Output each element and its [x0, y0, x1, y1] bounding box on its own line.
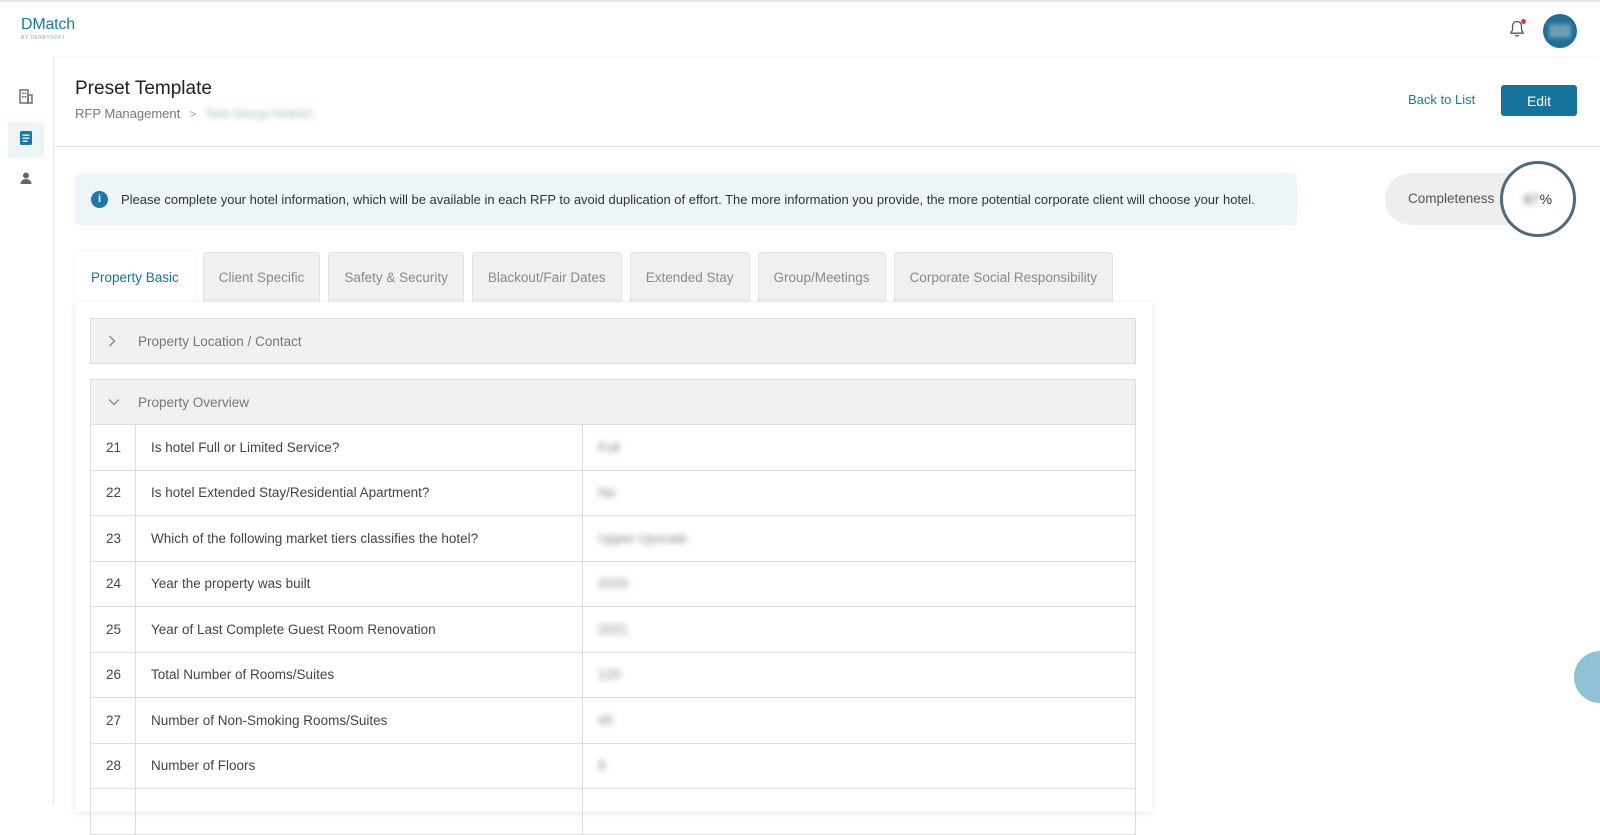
tab-safety-security[interactable]: Safety & Security: [328, 252, 464, 302]
row-answer: Full: [598, 439, 620, 455]
logo-text: DMatch: [21, 16, 75, 33]
row-answer: 2020: [598, 576, 629, 592]
row-question: Number of Non-Smoking Rooms/Suites: [136, 698, 583, 743]
row-number: 25: [91, 607, 136, 652]
row-question: Which of the following market tiers clas…: [136, 516, 583, 561]
row-question: Is hotel Full or Limited Service?: [136, 425, 583, 470]
row-question: Year the property was built: [136, 561, 583, 606]
table-row: 21 Is hotel Full or Limited Service? Ful…: [91, 425, 1135, 471]
edit-button[interactable]: Edit: [1501, 85, 1577, 116]
row-number: 27: [91, 698, 136, 743]
row-answer: 8: [598, 758, 606, 774]
info-message: Please complete your hotel information, …: [121, 191, 1255, 207]
row-answer: 120: [598, 667, 621, 683]
chevron-down-icon: [108, 398, 122, 406]
document-icon: [19, 130, 33, 151]
avatar[interactable]: [1543, 14, 1577, 48]
bell-icon[interactable]: [1509, 19, 1526, 38]
table-row: 27 Number of Non-Smoking Rooms/Suites 45: [91, 698, 1135, 744]
row-answer: 2021: [598, 621, 629, 637]
table-row: 22 Is hotel Extended Stay/Residential Ap…: [91, 470, 1135, 516]
overview-table: 21 Is hotel Full or Limited Service? Ful…: [90, 425, 1136, 835]
info-icon: i: [91, 190, 108, 208]
row-number: 28: [91, 743, 136, 788]
table-row: 28 Number of Floors 8: [91, 743, 1135, 789]
nav-profile[interactable]: [8, 162, 44, 198]
tab-group-meetings[interactable]: Group/Meetings: [757, 252, 886, 302]
chevron-right-icon: >: [189, 106, 197, 121]
building-icon: [18, 88, 34, 109]
info-banner: i Please complete your hotel information…: [75, 173, 1297, 225]
tab-corporate-social-responsibility[interactable]: Corporate Social Responsibility: [893, 252, 1114, 302]
table-row: 26 Total Number of Rooms/Suites 120: [91, 652, 1135, 698]
row-number: 22: [91, 470, 136, 515]
nav-rfp[interactable]: [8, 122, 44, 158]
breadcrumb-rfp-management[interactable]: RFP Management: [75, 106, 180, 121]
app-logo[interactable]: DMatch BY DERBYSOFT: [21, 16, 75, 41]
user-icon: [19, 171, 33, 190]
tab-extended-stay[interactable]: Extended Stay: [629, 252, 750, 302]
table-row: 24 Year the property was built 2020: [91, 561, 1135, 607]
row-number: 23: [91, 516, 136, 561]
back-to-list-link[interactable]: Back to List: [1408, 92, 1475, 107]
section-property-overview[interactable]: Property Overview: [90, 379, 1136, 425]
chevron-right-icon: [108, 335, 122, 347]
tab-property-basic[interactable]: Property Basic: [75, 252, 195, 302]
tab-bar: Property Basic Client Specific Safety & …: [75, 252, 1121, 302]
row-answer: No: [598, 485, 616, 501]
breadcrumb: RFP Management > Test Group Hotels!: [75, 106, 313, 121]
side-nav: [0, 56, 54, 803]
completeness-label: Completeness: [1408, 191, 1495, 206]
completeness-ring: 67%: [1500, 161, 1576, 237]
completeness-unit: %: [1539, 191, 1553, 207]
nav-hotels[interactable]: [8, 80, 44, 116]
row-answer: 45: [598, 712, 614, 728]
page-title: Preset Template: [75, 78, 212, 99]
row-number: 26: [91, 652, 136, 697]
table-row: 23 Which of the following market tiers c…: [91, 516, 1135, 562]
row-number: 24: [91, 561, 136, 606]
tab-blackout-fair-dates[interactable]: Blackout/Fair Dates: [471, 252, 622, 302]
top-bar: DMatch BY DERBYSOFT: [0, 0, 1600, 56]
breadcrumb-current: Test Group Hotels!: [205, 106, 313, 121]
tab-panel: Property Location / Contact Property Ove…: [75, 302, 1152, 835]
section-title: Property Location / Contact: [138, 333, 302, 349]
row-answer: Upper Upscale: [598, 530, 688, 546]
table-row: 25 Year of Last Complete Guest Room Reno…: [91, 607, 1135, 653]
notification-dot: [1521, 19, 1526, 24]
logo-subtext: BY DERBYSOFT: [21, 35, 66, 41]
tab-client-specific[interactable]: Client Specific: [202, 252, 321, 302]
row-question: Year of Last Complete Guest Room Renovat…: [136, 607, 583, 652]
section-property-location-contact[interactable]: Property Location / Contact: [90, 318, 1136, 364]
chat-icon[interactable]: [1574, 651, 1600, 703]
row-question: Total Number of Rooms/Suites: [136, 652, 583, 697]
completeness-value: 67: [1523, 191, 1540, 207]
page-header: Preset Template RFP Management > Test Gr…: [54, 56, 1600, 147]
section-title: Property Overview: [138, 394, 250, 410]
row-question: Is hotel Extended Stay/Residential Apart…: [136, 470, 583, 515]
table-row-partial: [91, 789, 1135, 835]
row-number: 21: [91, 425, 136, 470]
row-question: Number of Floors: [136, 743, 583, 788]
